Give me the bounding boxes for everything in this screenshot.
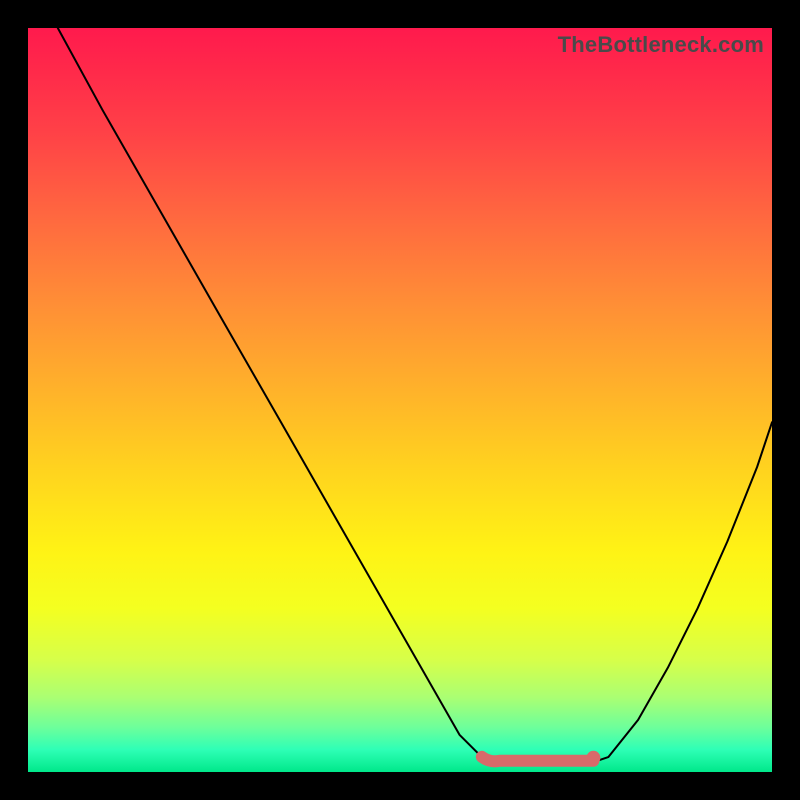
chart-frame: TheBottleneck.com <box>28 28 772 772</box>
optimal-point-marker <box>586 751 600 765</box>
bottleneck-curve <box>58 28 772 765</box>
plot-area: TheBottleneck.com <box>28 28 772 772</box>
curve-layer <box>28 28 772 772</box>
optimal-range-highlight <box>482 757 594 762</box>
